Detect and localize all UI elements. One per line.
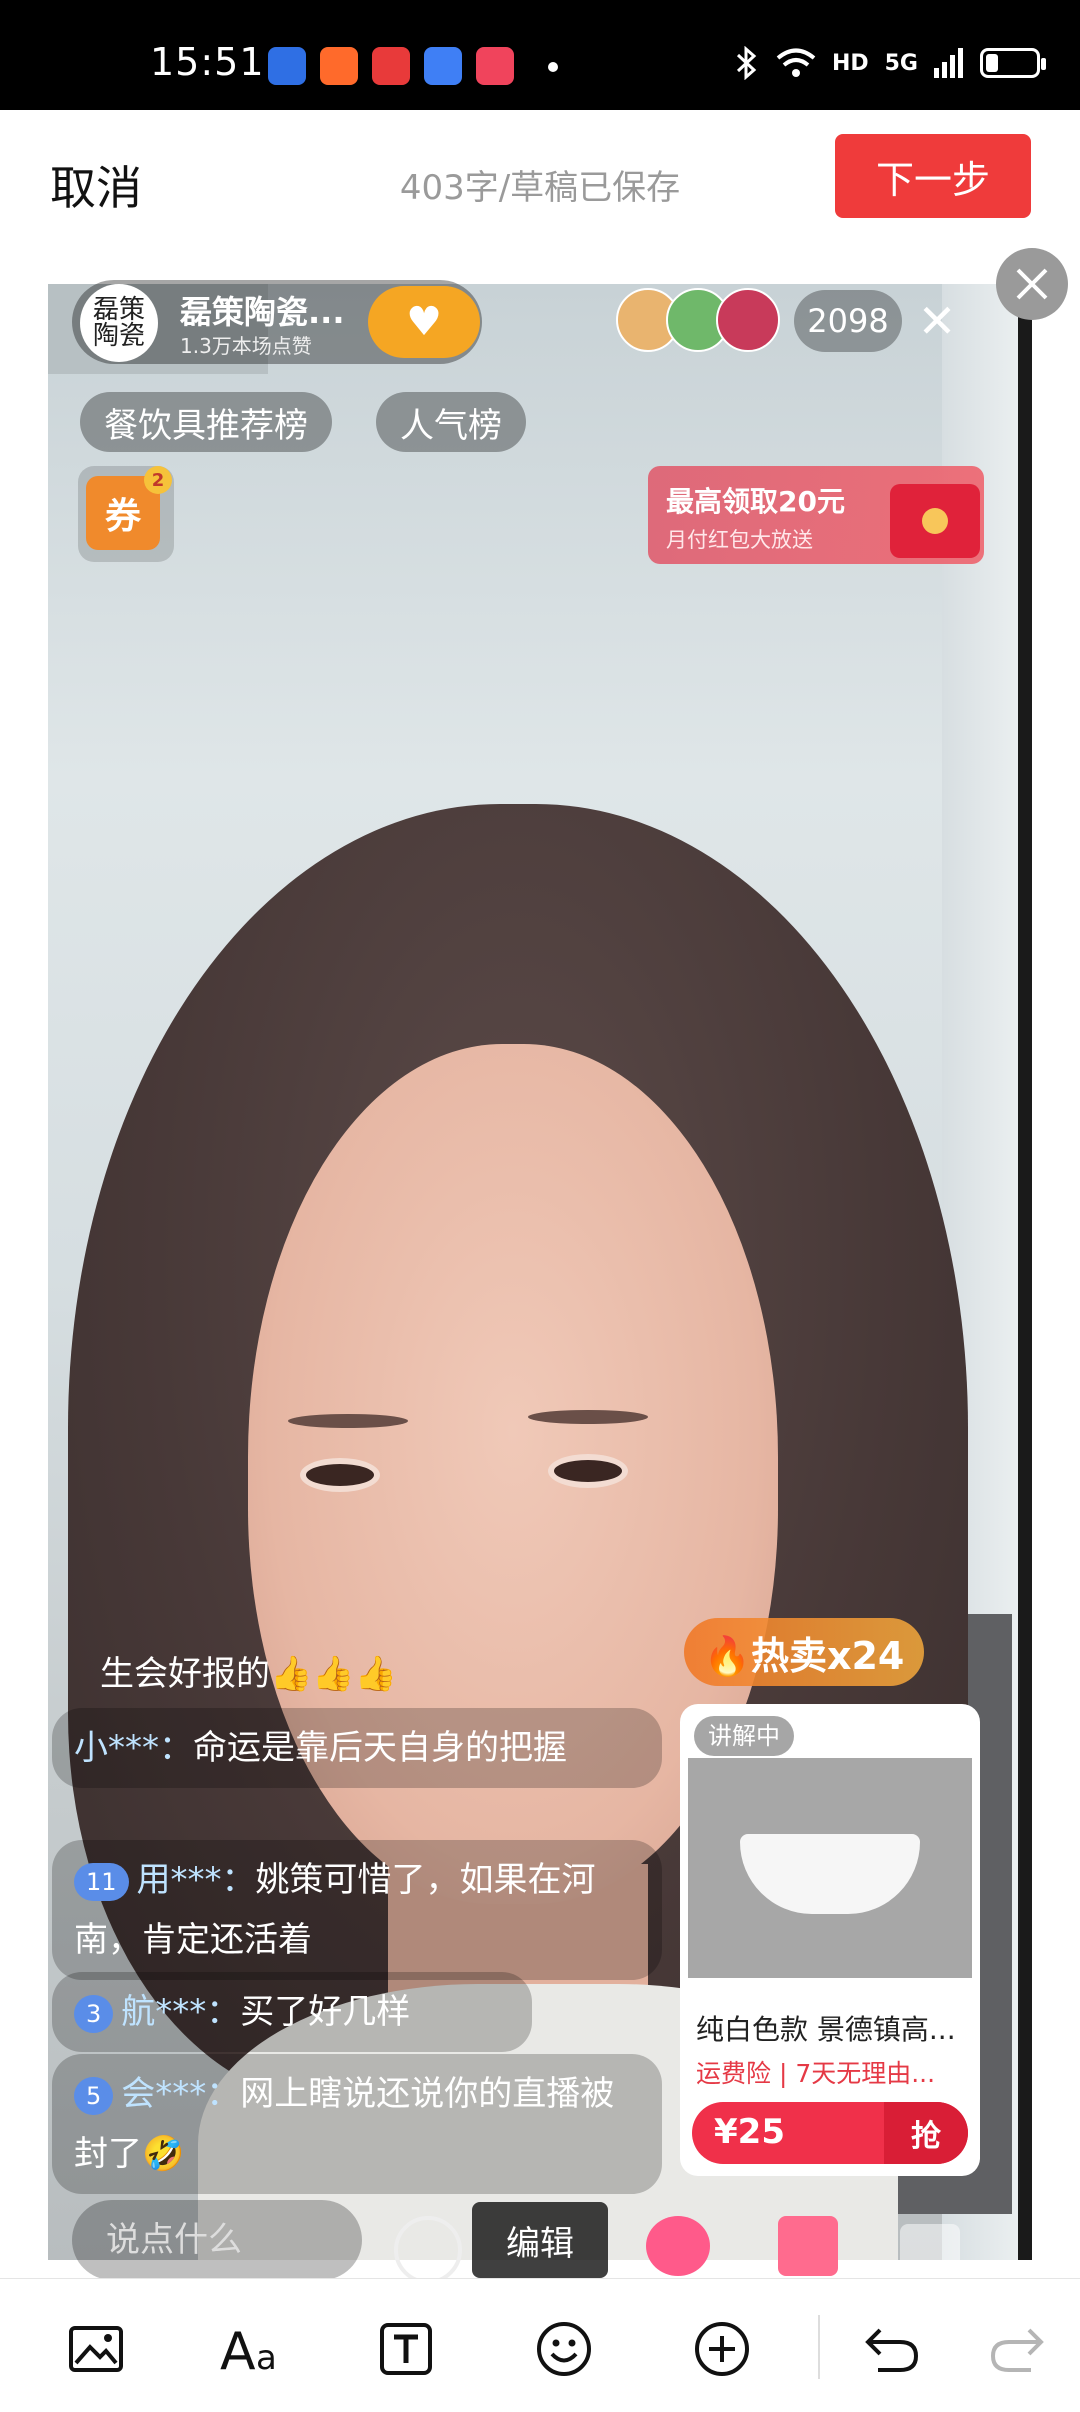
emoji-button[interactable]: [532, 2317, 596, 2381]
comment-user: 航***：: [121, 1992, 241, 2032]
close-icon: [1016, 268, 1048, 300]
share-icon: [900, 2224, 960, 2274]
redo-icon: [990, 2328, 1044, 2372]
kuaishou-app-icon: [320, 47, 358, 85]
undo-icon: [865, 2328, 919, 2372]
next-step-button[interactable]: 下一步: [835, 134, 1031, 218]
hot-sale-badge: 🔥热卖x24: [684, 1618, 924, 1686]
hd-indicator: HD: [831, 50, 869, 76]
comment-user: 小***：: [74, 1728, 193, 1768]
redpacket-banner: 最高领取20元 月付红包大放送: [648, 466, 984, 564]
undo-button[interactable]: [860, 2317, 924, 2381]
product-name: 纯白色款 景德镇高...: [696, 2013, 956, 2046]
status-indicators: HD 5G: [734, 46, 1046, 80]
comment-text: 命运是靠后天自身的把握: [193, 1728, 567, 1768]
comment-user: 用***：: [136, 1860, 256, 1900]
host-avatar: 磊策 陶瓷: [80, 284, 158, 362]
close-icon: ✕: [917, 294, 957, 348]
grab-button[interactable]: 抢: [884, 2102, 968, 2164]
comment-text: 生会好报的👍👍👍: [100, 1654, 398, 1694]
svg-text:a: a: [256, 2338, 277, 2377]
comment-item: 11 用***：姚策可惜了，如果在河南，肯定还活着: [52, 1840, 662, 1980]
follow-button[interactable]: ♥: [368, 286, 480, 358]
say-something-input: 说点什么: [72, 2200, 362, 2280]
product-tags: 运费险 | 7天无理由...: [696, 2059, 936, 2088]
viewer-avatar: [716, 288, 780, 352]
left-brow-shape: [288, 1414, 408, 1428]
signal-bars-icon: [934, 48, 963, 78]
rank-tag-popularity: 人气榜: [376, 392, 526, 452]
toolbar-divider: [818, 2315, 820, 2379]
right-eye-shape: [548, 1454, 628, 1488]
left-eye-shape: [300, 1458, 380, 1492]
add-button[interactable]: [690, 2317, 754, 2381]
fan-level-badge: 5: [74, 2076, 114, 2115]
editor-toolbar: Aa: [0, 2278, 1080, 2412]
bluetooth-icon: [736, 46, 757, 80]
gift-icon: [778, 2216, 838, 2276]
editor-screen: 15:51 HD 5G 取消 403字/草稿已保存 下一步 磊策 陶瓷 磊策陶瓷…: [0, 0, 1080, 2412]
notification-dot-icon: [548, 62, 558, 72]
redo-button[interactable]: [985, 2317, 1049, 2381]
viewer-count: 2098: [794, 290, 902, 352]
status-time: 15:51: [150, 40, 265, 84]
add-icon: [695, 2322, 749, 2376]
heart-plus-icon: ♥: [406, 299, 442, 345]
right-brow-shape: [528, 1410, 648, 1424]
font-icon: Aa: [220, 2322, 277, 2377]
image-icon: [69, 2326, 123, 2372]
toutiao-app-icon: [372, 47, 410, 85]
svg-text:A: A: [220, 2322, 256, 2377]
text-box-icon: [380, 2323, 432, 2375]
baidu-app-icon: [268, 47, 306, 85]
editor-topbar: 取消 403字/草稿已保存 下一步: [0, 110, 1080, 250]
comment-item: 5 会***：网上瞎说还说你的直播被封了🤣: [52, 2054, 662, 2194]
cloud-app-icon: [424, 47, 462, 85]
battery-icon: [980, 48, 1046, 78]
comment-item: 小***：命运是靠后天自身的把握: [52, 1708, 662, 1788]
live-emoji-icon: [394, 2216, 462, 2284]
red-envelope-icon: [890, 484, 980, 558]
text-box-button[interactable]: [374, 2317, 438, 2381]
heart-icon: [646, 2216, 710, 2276]
host-name: 磊策陶瓷...: [180, 293, 345, 331]
comment-item: 3 航***：买了好几样: [52, 1972, 532, 2052]
fan-level-badge: 11: [74, 1862, 129, 1901]
edit-image-button[interactable]: 编辑: [472, 2202, 608, 2278]
comment-user: 会***：: [121, 2074, 241, 2114]
rank-tag-tableware: 餐饮具推荐榜: [80, 392, 332, 452]
buy-button[interactable]: ¥25 抢: [692, 2102, 968, 2164]
coupon-badge: 券 2: [78, 466, 174, 562]
host-likes: 1.3万本场点赞: [180, 334, 312, 358]
redpacket-subtitle: 月付红包大放送: [666, 528, 813, 552]
redpacket-title: 最高领取20元: [666, 485, 845, 518]
video-app-icon: [476, 47, 514, 85]
product-price: ¥25: [714, 2112, 785, 2152]
signal-5g-indicator: 5G: [884, 50, 918, 76]
status-bar: 15:51 HD 5G: [0, 0, 1080, 110]
product-card[interactable]: 讲解中 纯白色款 景德镇高... 运费险 | 7天无理由... ¥25 抢: [680, 1704, 980, 2176]
fan-level-badge: 3: [74, 1994, 114, 2033]
font-style-button[interactable]: Aa: [218, 2317, 298, 2381]
emoji-icon: [537, 2322, 591, 2376]
image-edge: [1018, 284, 1032, 2260]
coupon-count: 2: [144, 466, 172, 494]
remove-image-button[interactable]: [996, 248, 1068, 320]
status-app-icons: [268, 47, 514, 85]
explaining-label: 讲解中: [694, 1716, 794, 1756]
comment-text: 买了好几样: [240, 1992, 411, 2032]
wifi-icon: [776, 48, 816, 77]
insert-image-button[interactable]: [64, 2317, 128, 2381]
